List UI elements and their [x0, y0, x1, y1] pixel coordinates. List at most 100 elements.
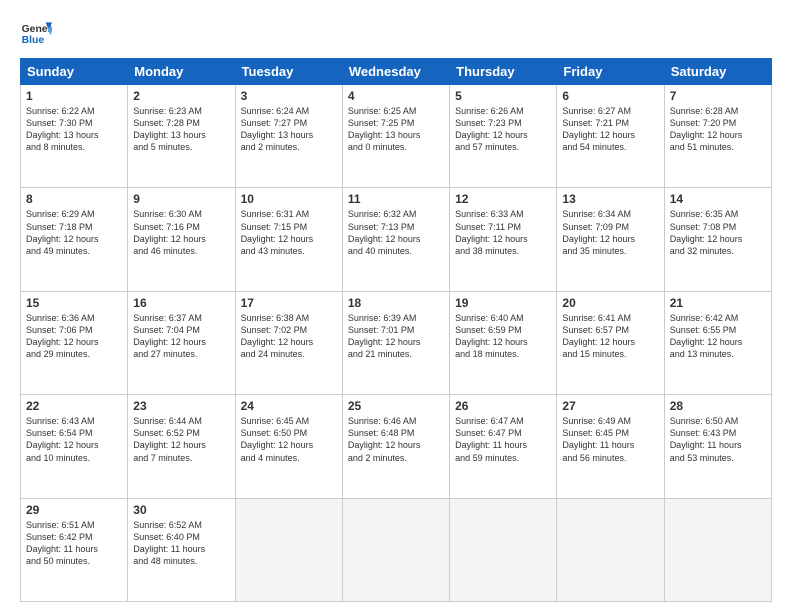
cell-info: Sunrise: 6:50 AMSunset: 6:43 PMDaylight:…: [670, 415, 766, 464]
day-number: 8: [26, 192, 122, 206]
cell-info: Sunrise: 6:25 AMSunset: 7:25 PMDaylight:…: [348, 105, 444, 154]
calendar-cell: 14 Sunrise: 6:35 AMSunset: 7:08 PMDayligh…: [664, 188, 771, 291]
day-number: 25: [348, 399, 444, 413]
calendar-cell: [557, 498, 664, 601]
cell-info: Sunrise: 6:38 AMSunset: 7:02 PMDaylight:…: [241, 312, 337, 361]
day-number: 3: [241, 89, 337, 103]
cell-info: Sunrise: 6:52 AMSunset: 6:40 PMDaylight:…: [133, 519, 229, 568]
calendar-cell: 12Sunrise: 6:33 AMSunset: 7:11 PMDayligh…: [450, 188, 557, 291]
week-row-5: 29 Sunrise: 6:51 AMSunset: 6:42 PMDayligh…: [21, 498, 772, 601]
cell-info: Sunrise: 6:33 AMSunset: 7:11 PMDaylight:…: [455, 208, 551, 257]
dow-header-thursday: Thursday: [450, 59, 557, 85]
cell-info: Sunrise: 6:40 AMSunset: 6:59 PMDaylight:…: [455, 312, 551, 361]
week-row-4: 22 Sunrise: 6:43 AMSunset: 6:54 PMDayligh…: [21, 395, 772, 498]
svg-text:Blue: Blue: [22, 35, 45, 46]
day-number: 24: [241, 399, 337, 413]
dow-header-tuesday: Tuesday: [235, 59, 342, 85]
calendar-cell: 11 Sunrise: 6:32 AMSunset: 7:13 PMDayligh…: [342, 188, 449, 291]
day-number: 18: [348, 296, 444, 310]
cell-info: Sunrise: 6:22 AMSunset: 7:30 PMDaylight:…: [26, 105, 122, 154]
day-number: 27: [562, 399, 658, 413]
day-number: 22: [26, 399, 122, 413]
calendar-table: SundayMondayTuesdayWednesdayThursdayFrid…: [20, 58, 772, 602]
calendar-cell: 13Sunrise: 6:34 AMSunset: 7:09 PMDayligh…: [557, 188, 664, 291]
cell-info: Sunrise: 6:30 AMSunset: 7:16 PMDaylight:…: [133, 208, 229, 257]
calendar-cell: 20 Sunrise: 6:41 AMSunset: 6:57 PMDayligh…: [557, 291, 664, 394]
cell-info: Sunrise: 6:36 AMSunset: 7:06 PMDaylight:…: [26, 312, 122, 361]
cell-info: Sunrise: 6:45 AMSunset: 6:50 PMDaylight:…: [241, 415, 337, 464]
calendar-cell: 4 Sunrise: 6:25 AMSunset: 7:25 PMDaylight…: [342, 85, 449, 188]
page-header: General Blue: [20, 16, 772, 48]
calendar-cell: [450, 498, 557, 601]
day-number: 9: [133, 192, 229, 206]
calendar-cell: 18 Sunrise: 6:39 AMSunset: 7:01 PMDayligh…: [342, 291, 449, 394]
calendar-cell: 17 Sunrise: 6:38 AMSunset: 7:02 PMDayligh…: [235, 291, 342, 394]
week-row-1: 1 Sunrise: 6:22 AMSunset: 7:30 PMDaylight…: [21, 85, 772, 188]
day-number: 14: [670, 192, 766, 206]
day-number: 29: [26, 503, 122, 517]
calendar-cell: 28 Sunrise: 6:50 AMSunset: 6:43 PMDayligh…: [664, 395, 771, 498]
week-row-2: 8 Sunrise: 6:29 AMSunset: 7:18 PMDaylight…: [21, 188, 772, 291]
cell-info: Sunrise: 6:26 AMSunset: 7:23 PMDaylight:…: [455, 105, 551, 154]
calendar-cell: 15 Sunrise: 6:36 AMSunset: 7:06 PMDayligh…: [21, 291, 128, 394]
day-number: 17: [241, 296, 337, 310]
dow-header-saturday: Saturday: [664, 59, 771, 85]
cell-info: Sunrise: 6:37 AMSunset: 7:04 PMDaylight:…: [133, 312, 229, 361]
day-number: 30: [133, 503, 229, 517]
calendar-cell: 2Sunrise: 6:23 AMSunset: 7:28 PMDaylight…: [128, 85, 235, 188]
day-number: 21: [670, 296, 766, 310]
cell-info: Sunrise: 6:44 AMSunset: 6:52 PMDaylight:…: [133, 415, 229, 464]
day-number: 13: [562, 192, 658, 206]
calendar-cell: 22 Sunrise: 6:43 AMSunset: 6:54 PMDayligh…: [21, 395, 128, 498]
logo-icon: General Blue: [20, 16, 52, 48]
calendar-cell: 27Sunrise: 6:49 AMSunset: 6:45 PMDayligh…: [557, 395, 664, 498]
cell-info: Sunrise: 6:31 AMSunset: 7:15 PMDaylight:…: [241, 208, 337, 257]
calendar-cell: [235, 498, 342, 601]
day-number: 19: [455, 296, 551, 310]
calendar-cell: 30 Sunrise: 6:52 AMSunset: 6:40 PMDayligh…: [128, 498, 235, 601]
cell-info: Sunrise: 6:35 AMSunset: 7:08 PMDaylight:…: [670, 208, 766, 257]
cell-info: Sunrise: 6:28 AMSunset: 7:20 PMDaylight:…: [670, 105, 766, 154]
calendar-cell: 3 Sunrise: 6:24 AMSunset: 7:27 PMDaylight…: [235, 85, 342, 188]
calendar-cell: 24 Sunrise: 6:45 AMSunset: 6:50 PMDayligh…: [235, 395, 342, 498]
calendar-cell: 16 Sunrise: 6:37 AMSunset: 7:04 PMDayligh…: [128, 291, 235, 394]
cell-info: Sunrise: 6:41 AMSunset: 6:57 PMDaylight:…: [562, 312, 658, 361]
day-number: 11: [348, 192, 444, 206]
day-number: 20: [562, 296, 658, 310]
day-number: 7: [670, 89, 766, 103]
day-number: 16: [133, 296, 229, 310]
dow-header-monday: Monday: [128, 59, 235, 85]
calendar-cell: 6 Sunrise: 6:27 AMSunset: 7:21 PMDaylight…: [557, 85, 664, 188]
calendar-cell: 10 Sunrise: 6:31 AMSunset: 7:15 PMDayligh…: [235, 188, 342, 291]
day-number: 28: [670, 399, 766, 413]
cell-info: Sunrise: 6:24 AMSunset: 7:27 PMDaylight:…: [241, 105, 337, 154]
cell-info: Sunrise: 6:39 AMSunset: 7:01 PMDaylight:…: [348, 312, 444, 361]
calendar-cell: [342, 498, 449, 601]
cell-info: Sunrise: 6:51 AMSunset: 6:42 PMDaylight:…: [26, 519, 122, 568]
calendar-cell: 9 Sunrise: 6:30 AMSunset: 7:16 PMDaylight…: [128, 188, 235, 291]
calendar-cell: 19 Sunrise: 6:40 AMSunset: 6:59 PMDayligh…: [450, 291, 557, 394]
day-number: 10: [241, 192, 337, 206]
calendar-cell: 7 Sunrise: 6:28 AMSunset: 7:20 PMDaylight…: [664, 85, 771, 188]
day-number: 15: [26, 296, 122, 310]
day-number: 1: [26, 89, 122, 103]
day-number: 6: [562, 89, 658, 103]
day-number: 4: [348, 89, 444, 103]
calendar-cell: 23Sunrise: 6:44 AMSunset: 6:52 PMDayligh…: [128, 395, 235, 498]
day-number: 26: [455, 399, 551, 413]
cell-info: Sunrise: 6:43 AMSunset: 6:54 PMDaylight:…: [26, 415, 122, 464]
dow-header-sunday: Sunday: [21, 59, 128, 85]
cell-info: Sunrise: 6:27 AMSunset: 7:21 PMDaylight:…: [562, 105, 658, 154]
day-number: 2: [133, 89, 229, 103]
cell-info: Sunrise: 6:42 AMSunset: 6:55 PMDaylight:…: [670, 312, 766, 361]
cell-info: Sunrise: 6:29 AMSunset: 7:18 PMDaylight:…: [26, 208, 122, 257]
cell-info: Sunrise: 6:32 AMSunset: 7:13 PMDaylight:…: [348, 208, 444, 257]
dow-header-wednesday: Wednesday: [342, 59, 449, 85]
day-number: 5: [455, 89, 551, 103]
logo: General Blue: [20, 16, 52, 48]
calendar-cell: 8 Sunrise: 6:29 AMSunset: 7:18 PMDaylight…: [21, 188, 128, 291]
calendar-cell: 29 Sunrise: 6:51 AMSunset: 6:42 PMDayligh…: [21, 498, 128, 601]
cell-info: Sunrise: 6:46 AMSunset: 6:48 PMDaylight:…: [348, 415, 444, 464]
dow-header-friday: Friday: [557, 59, 664, 85]
week-row-3: 15 Sunrise: 6:36 AMSunset: 7:06 PMDayligh…: [21, 291, 772, 394]
